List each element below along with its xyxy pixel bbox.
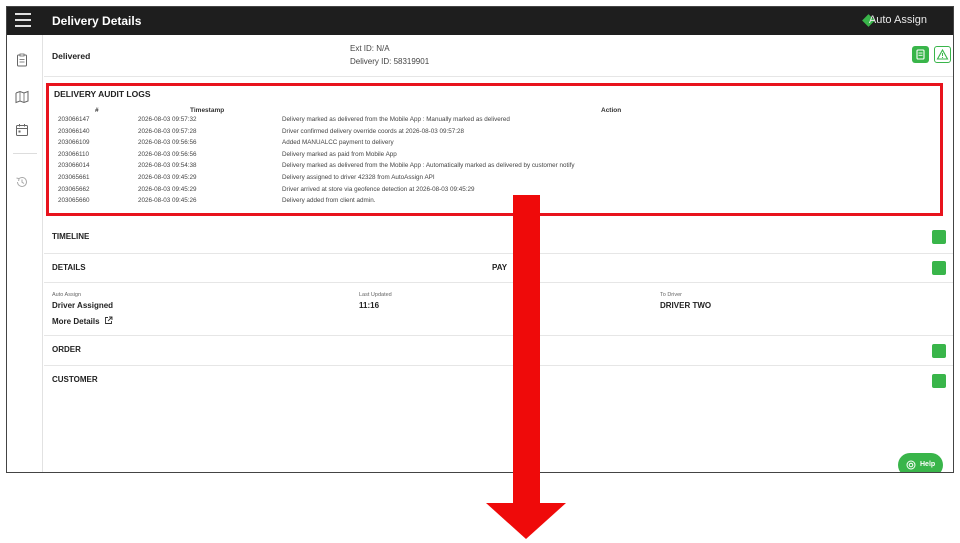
red-down-arrow-head (486, 503, 566, 539)
table-row: 203066140 2026-08-03 09:57:28 Driver confi… (49, 128, 939, 140)
column-header-id: # (95, 107, 99, 114)
action-cell: Delivery marked as delivered from the Mo… (282, 162, 575, 170)
last-updated-value: 11:16 (359, 301, 380, 310)
customer-title: CUSTOMER (52, 375, 98, 384)
calendar-icon[interactable] (15, 123, 29, 137)
page-title: Delivery Details (52, 14, 142, 28)
log-id-cell: 203066014 (58, 162, 90, 170)
auto-assign-value: Driver Assigned (52, 301, 114, 310)
timestamp-cell: 2026-08-03 09:57:28 (138, 127, 197, 135)
to-driver-value: DRIVER TWO (660, 301, 712, 310)
top-bar: Delivery Details Auto Assign (7, 7, 953, 35)
action-cell: Added MANUALCC payment to delivery (282, 139, 394, 147)
action-cell: Delivery assigned to driver 42328 from A… (282, 174, 435, 181)
log-id-cell: 203066147 (58, 116, 90, 123)
timestamp-cell: 2026-08-03 09:54:38 (138, 162, 197, 170)
action-cell: Delivery added from client admin. (282, 197, 376, 205)
app-window: Delivery Details Auto Assign Delivered E… (6, 6, 954, 473)
section-divider (44, 335, 953, 336)
report-issue-button[interactable] (934, 46, 951, 63)
action-cell: Delivery marked as delivered from the Mo… (282, 116, 510, 123)
customer-section[interactable]: CUSTOMER (44, 366, 953, 396)
main-content: Delivered Ext ID: N/A Delivery ID: 58319… (44, 35, 953, 472)
log-id-cell: 203065660 (58, 197, 90, 205)
chevron-down-icon[interactable] (932, 261, 946, 275)
timestamp-cell: 2026-08-03 09:45:29 (138, 174, 197, 181)
help-button[interactable]: Help (898, 453, 943, 472)
map-icon[interactable] (15, 90, 29, 104)
document-button[interactable] (912, 46, 929, 63)
column-header-action: Action (601, 107, 622, 114)
audit-logs-title: DELIVERY AUDIT LOGS (54, 89, 151, 99)
more-details-link[interactable]: More Details (52, 317, 100, 326)
delivery-status-row: Delivered Ext ID: N/A Delivery ID: 58319… (44, 35, 953, 77)
delivery-audit-logs: DELIVERY AUDIT LOGS # Timestamp Action 2… (46, 83, 943, 216)
log-id-cell: 203066110 (58, 150, 90, 158)
details-section[interactable]: DETAILS PAY (44, 254, 953, 283)
log-id-cell: 203066140 (58, 127, 90, 135)
log-id-cell: 203065662 (58, 185, 90, 193)
action-cell: Driver arrived at store via geofence det… (282, 185, 475, 193)
timeline-title: TIMELINE (52, 232, 90, 241)
timestamp-cell: 2026-08-03 09:45:26 (138, 197, 197, 205)
help-label: Help (920, 461, 936, 468)
timestamp-cell: 2026-08-03 09:56:56 (138, 150, 197, 158)
history-icon[interactable] (15, 175, 29, 189)
timestamp-cell: 2026-08-03 09:45:29 (138, 185, 197, 193)
column-header-timestamp: Timestamp (190, 107, 225, 114)
order-section[interactable]: ORDER (44, 337, 953, 366)
chevron-down-icon[interactable] (932, 230, 946, 244)
document-icon (916, 49, 925, 60)
to-driver-label: To Driver (660, 292, 683, 298)
delivery-id: Delivery ID: 58319901 (350, 57, 430, 66)
auto-assign-toggle[interactable]: Auto Assign (869, 14, 927, 26)
timeline-section[interactable]: TIMELINE (44, 225, 953, 254)
sidebar-divider (13, 153, 37, 154)
warning-icon (936, 48, 949, 60)
timestamp-cell: 2026-08-03 09:56:56 (138, 139, 197, 147)
action-cell: Driver confirmed delivery override coord… (282, 127, 465, 135)
table-row: 203066014 2026-08-03 09:54:38 Delivery mar… (49, 162, 939, 174)
table-row: 203065661 2026-08-03 09:45:29 Delivery ass… (49, 174, 939, 186)
chevron-down-icon[interactable] (932, 344, 946, 358)
external-link-icon[interactable] (104, 316, 113, 325)
table-row: 203065660 2026-08-03 09:45:26 Delivery add… (49, 197, 939, 209)
lifebuoy-icon (906, 460, 916, 470)
ext-id: Ext ID: N/A (350, 44, 390, 53)
clipboard-icon[interactable] (15, 53, 29, 67)
payment-title: PAY (492, 263, 508, 272)
sidebar (7, 35, 43, 472)
red-down-arrow-icon (513, 195, 540, 505)
order-title: ORDER (52, 345, 81, 354)
log-id-cell: 203066109 (58, 139, 90, 147)
action-cell: Delivery marked as paid from Mobile App (282, 150, 397, 158)
delivery-status: Delivered (52, 51, 91, 61)
timestamp-cell: 2026-08-03 09:57:32 (138, 116, 197, 123)
hamburger-menu-icon[interactable] (15, 13, 31, 27)
chevron-down-icon[interactable] (932, 374, 946, 388)
log-id-cell: 203065661 (58, 174, 90, 181)
auto-assign-label: Auto Assign (52, 292, 82, 298)
table-row: 203066110 2026-08-03 09:56:56 Delivery mar… (49, 151, 939, 163)
table-row: 203066109 2026-08-03 09:56:56 Added MANUAL… (49, 139, 939, 151)
table-row: 203066147 2026-08-03 09:57:32 Delivery mar… (49, 116, 939, 128)
table-row: 203065662 2026-08-03 09:45:29 Driver arriv… (49, 186, 939, 198)
last-updated-label: Last Updated (359, 292, 392, 298)
details-title: DETAILS (52, 263, 86, 272)
